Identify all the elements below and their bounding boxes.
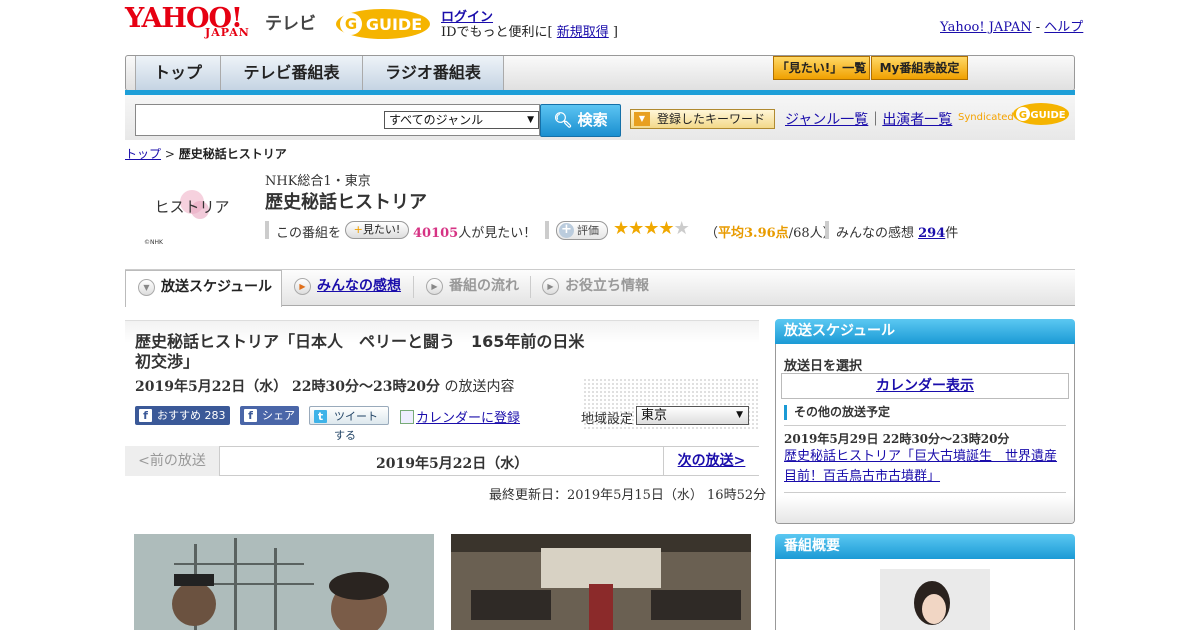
watch-count: 40105人が見たい！ xyxy=(413,226,537,241)
svg-text:ヒストリア: ヒストリア xyxy=(154,198,229,216)
yahoo-japan-link[interactable]: Yahoo! JAPAN xyxy=(940,20,1032,35)
region-label: 地域設定 xyxy=(581,412,634,427)
facebook-icon: f xyxy=(244,409,257,422)
star-icon: ★ xyxy=(643,218,659,239)
star-icon: ★ xyxy=(613,218,629,239)
tv-logo-text[interactable]: テレビ xyxy=(265,9,316,34)
program-logo: ヒストリア ©NHK xyxy=(144,190,230,246)
channel-name: NHK総合1・東京 xyxy=(265,174,371,189)
tweet-button[interactable]: t ツイートする xyxy=(309,406,389,442)
calendar-icon xyxy=(400,410,414,424)
episode-title: 歴史秘話ヒストリア「日本人 ペリーと闘う 165年前の日米初交渉」 xyxy=(135,332,585,371)
current-broadcast-date: 2019年5月22日（水） xyxy=(376,456,529,472)
svg-text:©NHK: ©NHK xyxy=(144,239,164,246)
calendar-register: カレンダーに登録 xyxy=(400,407,520,426)
registered-keyword-button[interactable]: ▼ 登録したキーワード xyxy=(630,109,775,129)
svg-text:G: G xyxy=(345,15,357,33)
nav-tab-radio-schedule[interactable]: ラジオ番組表 xyxy=(363,56,504,90)
rate-button[interactable]: + 評価 xyxy=(556,221,608,240)
nav-tab-tv-schedule[interactable]: テレビ番組表 xyxy=(221,56,363,90)
dropdown-triangle-icon: ▼ xyxy=(634,112,650,126)
host-photo xyxy=(880,569,990,630)
play-icon: ▶ xyxy=(426,278,443,295)
rating-stars: ★★★★★ xyxy=(613,218,690,239)
svg-text:GUIDE: GUIDE xyxy=(366,15,422,34)
impressions-count: みんなの感想 294件 xyxy=(836,226,959,241)
sidebar-schedule-header: 放送スケジュール xyxy=(775,319,1075,344)
star-icon: ★ xyxy=(673,218,690,239)
select-day-label: 放送日を選択 xyxy=(784,359,863,374)
chevron-down-icon: ▼ xyxy=(736,410,743,420)
star-icon: ★ xyxy=(658,218,674,239)
id-signup-text: IDでもっと便利に[ 新規取得 ] xyxy=(441,25,618,40)
gguide-small-logo: G GUIDE xyxy=(1013,103,1069,125)
plus-icon: + xyxy=(559,223,574,238)
search-links: ジャンル一覧｜出演者一覧 xyxy=(785,112,953,128)
play-icon: ▶ xyxy=(542,278,559,295)
top-links: Yahoo! JAPAN - ヘルプ xyxy=(940,20,1084,35)
my-schedule-button[interactable]: My番組表設定 xyxy=(871,56,968,80)
breadcrumb: トップ > 歴史秘話ヒストリア xyxy=(125,147,287,161)
sidebar-overview-header: 番組概要 xyxy=(775,534,1075,559)
other-schedule-label: その他の放送予定 xyxy=(784,405,890,420)
divider xyxy=(545,221,549,239)
breadcrumb-top-link[interactable]: トップ xyxy=(125,147,161,161)
search-icon: 🔍︎ xyxy=(553,111,578,129)
signup-link[interactable]: 新規取得 xyxy=(557,25,609,40)
want-list-button[interactable]: 「見たい!」一覧 xyxy=(773,56,870,80)
tab-info: ▶ お役立ち情報 xyxy=(530,270,665,304)
last-updated: 最終更新日：2019年5月15日（水） 16時52分 xyxy=(489,488,767,503)
episode-date: 2019年5月22日（水） 22時30分～23時20分 の放送内容 xyxy=(135,379,515,395)
divider xyxy=(784,492,1066,493)
genre-list-link[interactable]: ジャンル一覧 xyxy=(785,112,868,128)
star-icon: ★ xyxy=(628,218,644,239)
play-icon: ▶ xyxy=(294,278,311,295)
help-link[interactable]: ヘルプ xyxy=(1044,20,1083,35)
region-select[interactable]: 東京 ▼ xyxy=(636,406,749,425)
episode-photo-perry[interactable] xyxy=(134,534,434,630)
divider xyxy=(265,221,269,239)
program-tabs: ▼ 放送スケジュール ▶ みんなの感想 ▶ 番組の流れ ▶ お役立ち情報 xyxy=(125,270,1075,307)
svg-text:G: G xyxy=(1019,110,1027,121)
program-title: 歴史秘話ヒストリア xyxy=(265,192,427,213)
yahoo-japan-logo-text: JAPAN xyxy=(205,26,250,39)
twitter-icon: t xyxy=(314,410,327,423)
tab-schedule[interactable]: ▼ 放送スケジュール xyxy=(125,270,282,307)
cast-list-link[interactable]: 出演者一覧 xyxy=(882,112,952,128)
other-broadcast-date: 2019年5月29日 22時30分～23時20分 xyxy=(784,432,1010,446)
next-broadcast-link[interactable]: 次の放送> xyxy=(663,446,759,476)
facebook-share-button[interactable]: f シェア xyxy=(240,406,299,425)
watch-prefix: この番組を xyxy=(276,226,342,241)
facebook-recommend-button[interactable]: f おすすめ 283 xyxy=(135,406,230,425)
tab-flow: ▶ 番組の流れ xyxy=(414,270,530,304)
want-to-watch-button[interactable]: +見たい! xyxy=(345,221,409,239)
tab-impressions[interactable]: ▶ みんなの感想 xyxy=(282,270,413,304)
panel-footer xyxy=(776,496,1074,523)
episode-photo-meeting[interactable] xyxy=(451,534,751,630)
breadcrumb-current: 歴史秘話ヒストリア xyxy=(178,147,287,161)
nav-tab-top[interactable]: トップ xyxy=(135,56,221,90)
triangle-down-icon: ▼ xyxy=(138,279,155,296)
prev-broadcast: <前の放送 xyxy=(125,446,220,476)
other-broadcast-link[interactable]: 歴史秘話ヒストリア「巨大古墳誕生 世界遺産目前！百舌鳥古市古墳群」 xyxy=(784,447,1069,487)
search-button[interactable]: 🔍︎ 検索 xyxy=(540,104,621,137)
genre-select[interactable]: すべてのジャンル ▼ xyxy=(384,111,539,129)
calendar-register-link[interactable]: カレンダーに登録 xyxy=(416,411,520,426)
divider xyxy=(825,221,829,239)
syndicated-label: Syndicated xyxy=(958,112,1014,123)
calendar-show-button[interactable]: カレンダー表示 xyxy=(781,373,1069,399)
impressions-link[interactable]: 294 xyxy=(918,226,945,241)
divider xyxy=(784,425,1066,426)
rating-average: （平均3.96点/68人） xyxy=(705,226,836,241)
gguide-logo[interactable]: G GUIDE xyxy=(334,7,432,41)
svg-text:GUIDE: GUIDE xyxy=(1030,110,1065,121)
plus-icon: + xyxy=(353,223,363,236)
facebook-icon: f xyxy=(139,409,152,422)
chevron-down-icon: ▼ xyxy=(527,115,534,125)
